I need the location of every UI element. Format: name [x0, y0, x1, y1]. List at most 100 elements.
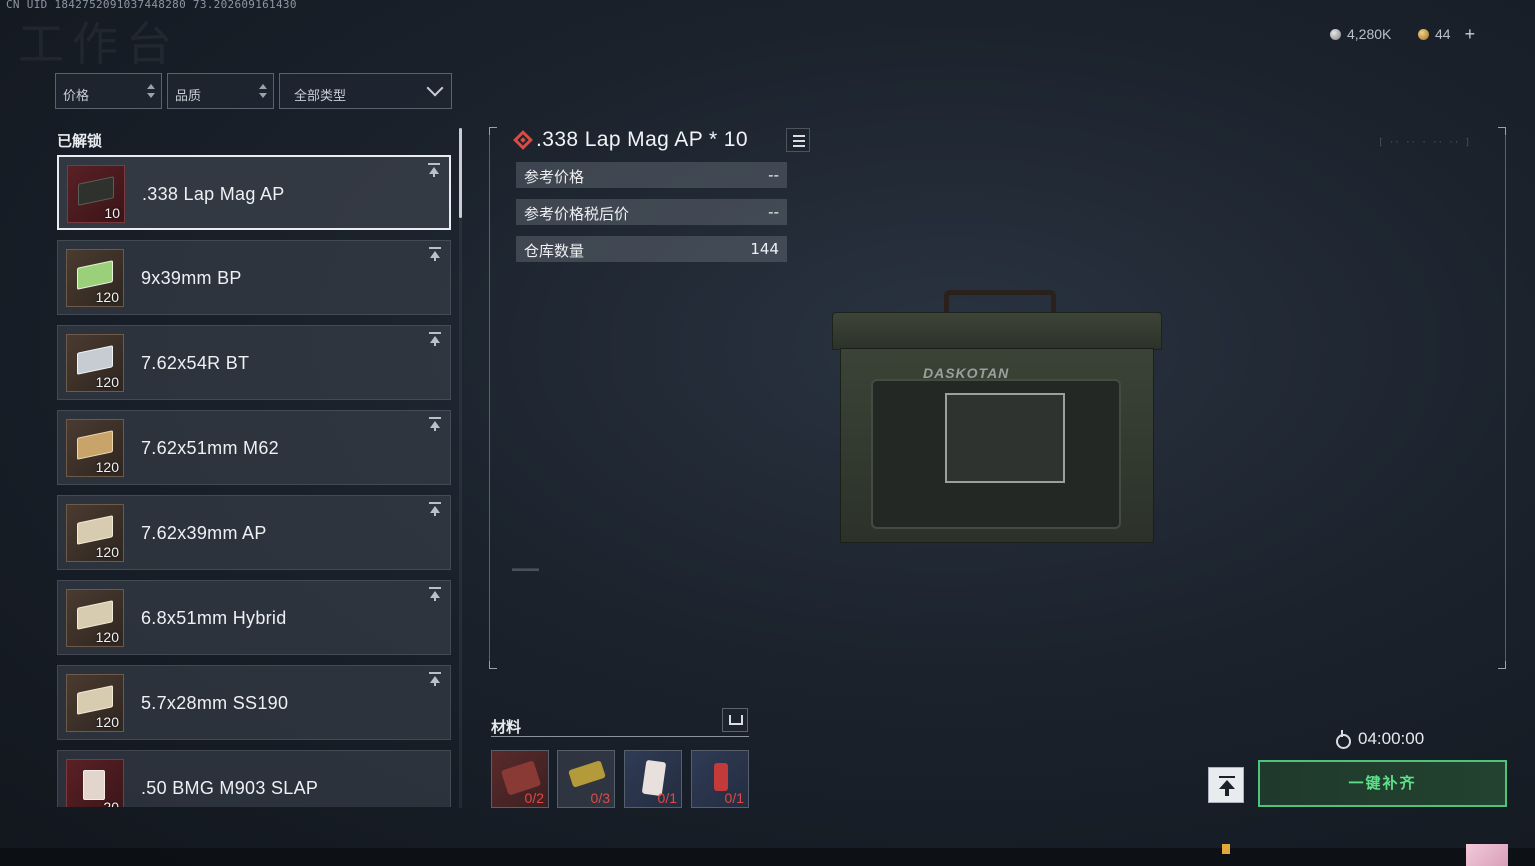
item-thumbnail: 120 — [66, 249, 124, 307]
cart-icon[interactable] — [722, 708, 748, 732]
background-title: 工作台 — [18, 17, 180, 71]
recipe-list[interactable]: 10 .338 Lap Mag AP 120 9x39mm BP 120 7.6… — [57, 155, 451, 807]
silver-amount: 4,280K — [1347, 26, 1392, 42]
silver-currency: 4,280K — [1330, 26, 1391, 42]
pin-to-top-button[interactable] — [1208, 767, 1244, 803]
material-slot[interactable]: 0/2 — [491, 750, 549, 808]
warning-badge-icon — [1222, 844, 1230, 854]
price-sort-label: 价格 — [63, 89, 90, 104]
list-item[interactable]: 120 6.8x51mm Hybrid — [57, 580, 451, 655]
frame-line — [489, 135, 490, 661]
item-name: 6.8x51mm Hybrid — [141, 608, 287, 628]
list-item[interactable]: 120 7.62x39mm AP — [57, 495, 451, 570]
materials-label: 材料 — [491, 718, 522, 736]
box-brand: DASKOTAN — [923, 365, 1010, 381]
sort-arrows-icon — [259, 83, 267, 99]
item-name: .50 BMG M903 SLAP — [141, 778, 319, 798]
item-name: 5.7x28mm SS190 — [141, 693, 289, 713]
item-name: 7.62x39mm AP — [141, 523, 267, 543]
pin-to-top-icon[interactable] — [428, 417, 442, 431]
deco-text: [ ·· ·· · ·· ·· ] — [1378, 138, 1471, 148]
material-need: 0/1 — [657, 790, 677, 806]
item-count: 120 — [95, 544, 119, 560]
material-slot[interactable]: 0/1 — [691, 750, 749, 808]
list-menu-button[interactable] — [786, 128, 810, 152]
item-thumbnail: 120 — [66, 334, 124, 392]
detail-title: .338 Lap Mag AP * 10 — [513, 128, 748, 152]
item-count: 120 — [95, 374, 119, 390]
avatar[interactable] — [1466, 844, 1508, 866]
pin-to-top-icon[interactable] — [428, 672, 442, 686]
list-scroll-track[interactable] — [459, 128, 462, 808]
craft-timer: 04:00:00 — [1334, 729, 1424, 749]
unlocked-section-label: 已解锁 — [57, 132, 103, 150]
item-count: 120 — [95, 714, 119, 730]
item-thumbnail: 120 — [66, 674, 124, 732]
add-currency-button[interactable]: + — [1465, 25, 1476, 43]
pin-to-top-icon[interactable] — [428, 247, 442, 261]
stat-label: 参考价格税后价 — [524, 205, 630, 223]
materials-divider — [491, 736, 749, 737]
fill-all-button[interactable]: 一键补齐 — [1258, 760, 1507, 807]
item-thumbnail: 120 — [66, 419, 124, 477]
list-scrollbar[interactable] — [459, 128, 462, 218]
silver-coin-icon — [1330, 28, 1341, 40]
type-filter-dropdown[interactable]: 全部类型 — [279, 73, 452, 109]
pin-to-top-icon[interactable] — [428, 502, 442, 516]
stat-value: -- — [768, 203, 779, 221]
material-need: 0/2 — [524, 790, 544, 806]
item-thumbnail: 10 — [67, 165, 125, 223]
timer-icon — [1334, 730, 1351, 749]
item-count: 120 — [95, 459, 119, 475]
ammo-box-image: DASKOTAN — [832, 290, 1162, 545]
pin-to-top-icon[interactable] — [428, 332, 442, 346]
material-slot[interactable]: 0/1 — [624, 750, 682, 808]
chevron-down-icon — [426, 79, 444, 97]
frame-line — [1505, 135, 1506, 661]
detail-title-text: .338 Lap Mag AP * 10 — [536, 128, 748, 151]
sort-arrows-icon — [147, 83, 155, 99]
item-count: 20 — [103, 799, 119, 807]
material-slot[interactable]: 0/3 — [557, 750, 615, 808]
list-item[interactable]: 120 9x39mm BP — [57, 240, 451, 315]
bottom-bar — [0, 848, 1535, 866]
gold-amount: 44 — [1435, 26, 1451, 42]
pin-to-top-icon[interactable] — [428, 587, 442, 601]
stat-label: 仓库数量 — [524, 242, 585, 260]
item-thumbnail: 20 — [66, 759, 124, 807]
item-thumbnail: 120 — [66, 504, 124, 562]
frame-corner — [489, 127, 497, 135]
item-count: 10 — [104, 205, 120, 221]
stat-after-tax-price: 参考价格税后价 -- — [516, 199, 787, 225]
frame-corner — [1498, 127, 1506, 135]
rarity-diamond-icon — [513, 130, 533, 150]
item-name: .338 Lap Mag AP — [142, 184, 285, 204]
timer-value: 04:00:00 — [1358, 729, 1425, 748]
quality-sort-label: 品质 — [175, 89, 202, 104]
stat-label: 参考价格 — [524, 168, 585, 186]
material-need: 0/1 — [724, 790, 744, 806]
frame-corner — [1498, 661, 1506, 669]
item-count: 120 — [95, 629, 119, 645]
material-need: 0/3 — [590, 790, 610, 806]
list-item[interactable]: 10 .338 Lap Mag AP — [57, 155, 451, 230]
quality-sort-dropdown[interactable]: 品质 — [167, 73, 274, 109]
gold-coin-icon — [1418, 28, 1429, 40]
list-item[interactable]: 20 .50 BMG M903 SLAP — [57, 750, 451, 807]
item-thumbnail: 120 — [66, 589, 124, 647]
list-item[interactable]: 120 7.62x54R BT — [57, 325, 451, 400]
stat-warehouse-quantity: 仓库数量 144 — [516, 236, 787, 262]
stat-value: -- — [768, 166, 779, 184]
deco-text: ▬▬▬▬▬ — [512, 565, 540, 575]
pin-to-top-icon[interactable] — [427, 163, 441, 177]
price-sort-dropdown[interactable]: 价格 — [55, 73, 162, 109]
item-name: 7.62x54R BT — [141, 353, 250, 373]
type-filter-label: 全部类型 — [294, 89, 347, 104]
list-item[interactable]: 120 5.7x28mm SS190 — [57, 665, 451, 740]
item-name: 7.62x51mm M62 — [141, 438, 279, 458]
stat-value: 144 — [750, 240, 779, 258]
gold-currency: 44 + — [1418, 25, 1476, 43]
stat-reference-price: 参考价格 -- — [516, 162, 787, 188]
list-item[interactable]: 120 7.62x51mm M62 — [57, 410, 451, 485]
frame-corner — [489, 661, 497, 669]
